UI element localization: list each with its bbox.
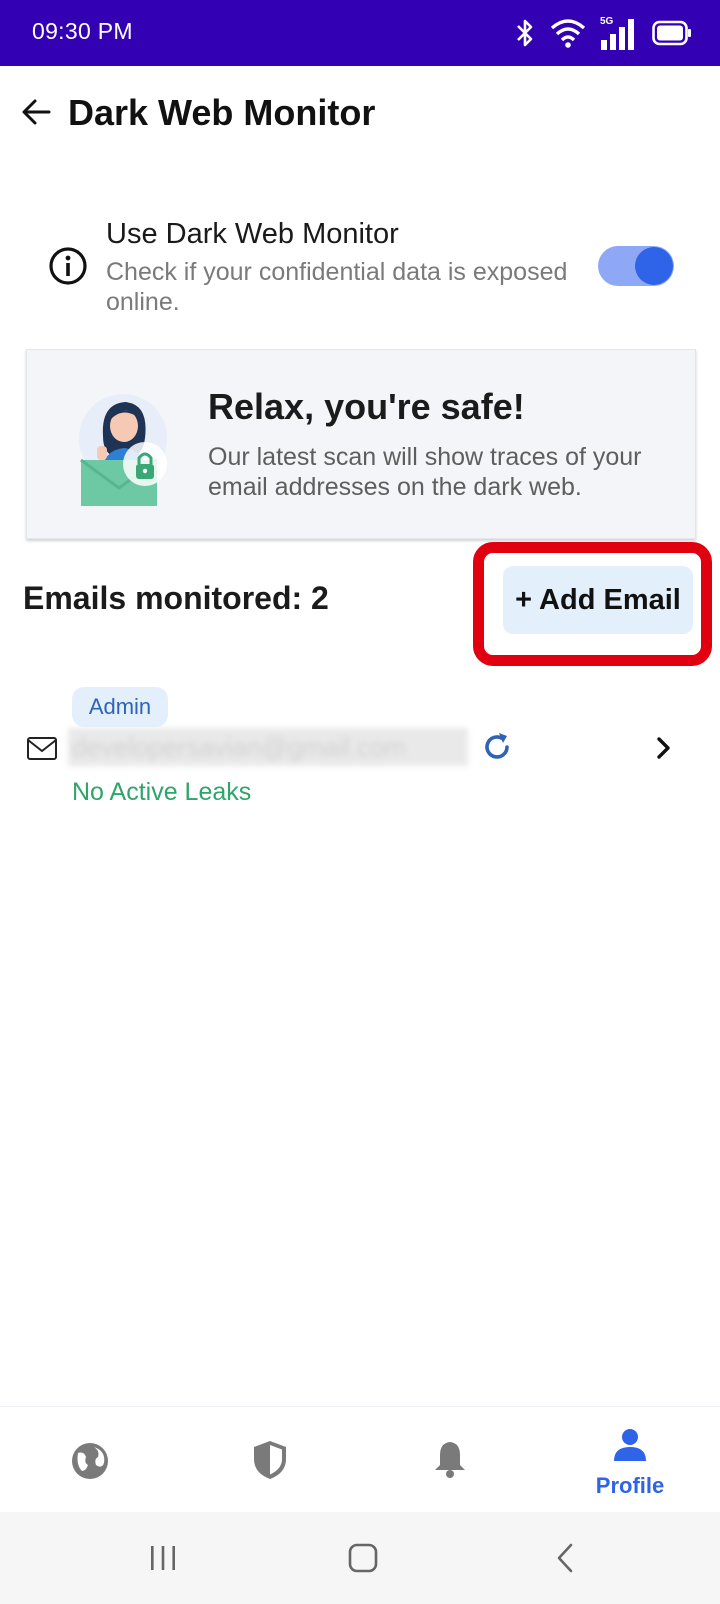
nav-item-shield[interactable] [180,1407,360,1513]
page-title: Dark Web Monitor [68,92,376,133]
battery-icon [652,20,692,46]
toggle-title: Use Dark Web Monitor [106,218,399,250]
recent-apps-button[interactable] [133,1536,193,1580]
bluetooth-icon [514,17,536,49]
status-time: 09:30 PM [32,18,133,44]
mail-icon [27,737,57,760]
status-icons: 5G [514,14,692,52]
add-email-button[interactable]: + Add Email [503,566,693,634]
dark-web-monitor-toggle[interactable] [598,246,674,286]
nav-item-globe[interactable] [0,1407,180,1513]
role-badge: Admin [72,687,168,727]
shield-icon [254,1441,286,1479]
status-card-title: Relax, you're safe! [208,386,525,427]
bottom-navigation: Profile [0,1406,720,1513]
status-bar: 09:30 PM 5G [0,0,720,66]
status-card: Relax, you're safe! Our latest scan will… [26,349,696,539]
app-bar: Dark Web Monitor [0,66,720,162]
arrow-left-icon [22,99,51,125]
leak-status: No Active Leaks [72,778,252,806]
system-navigation-bar [0,1512,720,1604]
monitor-toggle-row: Use Dark Web Monitor Check if your confi… [0,210,720,320]
home-icon [348,1543,378,1573]
chevron-right-icon[interactable] [650,732,678,764]
recent-apps-icon [151,1546,175,1570]
bell-icon [435,1442,465,1478]
signal-5g-icon: 5G [600,16,638,50]
profile-icon [614,1429,646,1461]
nav-item-notifications[interactable] [360,1407,540,1513]
emails-monitored-count: Emails monitored: 2 [23,580,329,616]
wifi-icon [550,18,586,48]
toggle-description: Check if your confidential data is expos… [106,258,568,316]
system-back-button[interactable] [535,1536,595,1580]
screen: 09:30 PM 5G Dark Web Monitor Use Dark We… [0,0,720,1604]
back-button[interactable] [14,90,58,134]
person-with-lock-illustration [79,394,167,506]
globe-icon [72,1443,108,1479]
info-icon [49,247,87,285]
nav-label-profile: Profile [595,1473,665,1498]
email-address: developersavian@gmail.com [68,728,468,766]
list-item[interactable]: Admin developersavian@gmail.com No Activ… [0,684,720,814]
home-button[interactable] [333,1536,393,1580]
status-card-description: Our latest scan will show traces of your… [208,443,642,501]
nav-item-profile[interactable]: Profile [540,1407,720,1513]
chevron-left-icon [557,1543,573,1573]
toggle-knob [635,247,673,285]
refresh-icon[interactable] [480,730,514,764]
